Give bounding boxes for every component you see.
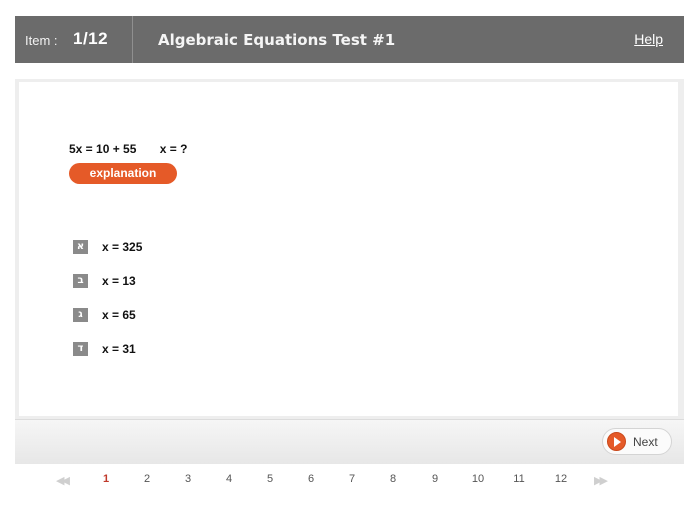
answer-letter-badge: ג [73,308,88,322]
next-button[interactable]: Next [602,428,672,455]
question-panel: 5x = 10 + 55 x = ? explanation א x = 325… [19,82,678,416]
answer-text: x = 65 [102,308,136,322]
page-link-3[interactable]: 3 [185,473,191,485]
page-link-11[interactable]: 11 [513,473,524,485]
page-link-5[interactable]: 5 [267,473,273,485]
test-title: Algebraic Equations Test #1 [158,31,396,49]
answer-text: x = 31 [102,342,136,356]
answer-letter-badge: א [73,240,88,254]
question-text: 5x = 10 + 55 x = ? [69,142,187,156]
item-label: Item : [25,33,58,48]
next-button-label: Next [633,435,658,449]
answer-letter-badge: ב [73,274,88,288]
double-chevron-right-icon[interactable]: ▶▶ [594,474,608,487]
page-link-1[interactable]: 1 [103,473,109,485]
page-link-6[interactable]: 6 [308,473,314,485]
question-equation: 5x = 10 + 55 [69,142,137,156]
page-link-4[interactable]: 4 [226,473,232,485]
page-link-10[interactable]: 10 [472,473,484,485]
page-link-9[interactable]: 9 [432,473,438,485]
item-counter: Item : 1/12 [15,16,133,63]
answer-letter-badge: ד [73,342,88,356]
page-link-8[interactable]: 8 [390,473,396,485]
question-ask: x = ? [159,142,188,156]
explanation-button[interactable]: explanation [69,163,177,184]
answer-text: x = 325 [102,240,143,254]
page-link-2[interactable]: 2 [144,473,150,485]
page-link-12[interactable]: 12 [555,473,567,485]
double-chevron-left-icon[interactable]: ◀◀ [56,474,70,487]
question-card: 5x = 10 + 55 x = ? explanation א x = 325… [15,79,684,464]
header-bar: Item : 1/12 Algebraic Equations Test #1 … [15,16,684,63]
card-footer: Next [15,419,684,464]
help-link[interactable]: Help [634,31,663,47]
play-arrow-icon [607,432,626,451]
pagination: ◀◀ 1 2 3 4 5 6 7 8 9 10 11 12 ▶▶ [0,471,700,489]
item-value: 1/12 [73,29,109,48]
page-link-7[interactable]: 7 [349,473,355,485]
answer-text: x = 13 [102,274,136,288]
